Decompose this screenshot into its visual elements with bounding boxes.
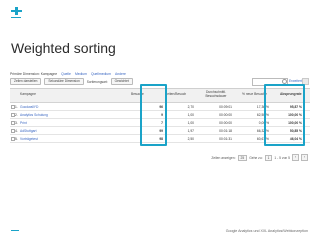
campaign-name[interactable]: Vorträgetest <box>20 137 38 141</box>
avg-duration-value: 00:00:00 <box>219 120 232 125</box>
advanced-filter-link[interactable]: Erweitert <box>289 79 302 83</box>
prev-page-icon[interactable]: ‹ <box>292 154 299 161</box>
campaign-name[interactable]: AdStuttgart <box>20 129 37 133</box>
dimension-link-medium[interactable]: Medium <box>75 72 87 76</box>
analytics-report-panel: Primäre Dimension: Kampagne Quelle Mediu… <box>10 71 310 163</box>
table-controls: Zeilen darstellen Sekundäre Dimension So… <box>10 78 133 85</box>
dimension-link-other[interactable]: Andere <box>115 72 126 76</box>
primary-dimension-bar: Primäre Dimension: Kampagne Quelle Mediu… <box>10 71 126 77</box>
dimension-link-source[interactable]: Quelle <box>61 72 71 76</box>
campaign-name[interactable]: Print <box>20 121 27 125</box>
show-rows-label: Zeilen anzeigen: <box>211 155 236 160</box>
row-index: 5. <box>15 136 18 141</box>
header-pages-per-visit[interactable]: Seiten/Besuch <box>165 92 186 96</box>
next-page-icon[interactable]: › <box>301 154 308 161</box>
pagination: Zeilen anzeigen: 25 Gehe zu: 1 1 - 5 von… <box>211 154 308 161</box>
footer-accent-line <box>11 230 19 231</box>
row-index: 4. <box>15 128 18 133</box>
row-index: 3. <box>15 120 18 125</box>
visits-column-highlight <box>140 84 167 146</box>
source-caption: Google Analytics und XXL Analytics/Webko… <box>225 229 308 233</box>
bounce-rate-column-highlight <box>264 84 305 146</box>
row-index: 2. <box>15 112 18 117</box>
brand-logo-icon <box>9 7 23 21</box>
goto-label: Gehe zu: <box>249 155 263 160</box>
avg-duration-value: 00:00:00 <box>219 112 232 117</box>
sort-type-label: Sortierungsart: <box>86 79 108 84</box>
goto-page-input[interactable]: 1 <box>264 154 273 161</box>
page-range: 1 - 5 von 5 <box>274 155 290 160</box>
slide-title: Weighted sorting <box>11 40 116 56</box>
secondary-dimension-select[interactable]: Sekundäre Dimension <box>44 78 84 85</box>
avg-duration-value: 00:01:18 <box>219 128 232 133</box>
primary-dimension-label: Primäre Dimension: Kampagne <box>10 72 58 76</box>
campaign-name[interactable]: Analytics Schulung <box>20 113 48 117</box>
dimension-link-source-medium[interactable]: Quellmedium <box>91 72 111 76</box>
header-campaign[interactable]: Kampagne <box>20 92 36 96</box>
campaign-name[interactable]: GoodwallYD <box>20 105 38 109</box>
header-avg-duration[interactable]: Durchschnittl. Besuchsdauer <box>203 90 229 98</box>
sort-type-select[interactable]: Gewichtet <box>110 78 133 85</box>
avg-duration-value: 00:09:01 <box>219 104 232 109</box>
plot-rows-button[interactable]: Zeilen darstellen <box>10 78 42 85</box>
rows-per-page-select[interactable]: 25 <box>237 154 248 161</box>
avg-duration-value: 00:01:31 <box>219 136 232 141</box>
row-index: 1. <box>15 104 18 109</box>
